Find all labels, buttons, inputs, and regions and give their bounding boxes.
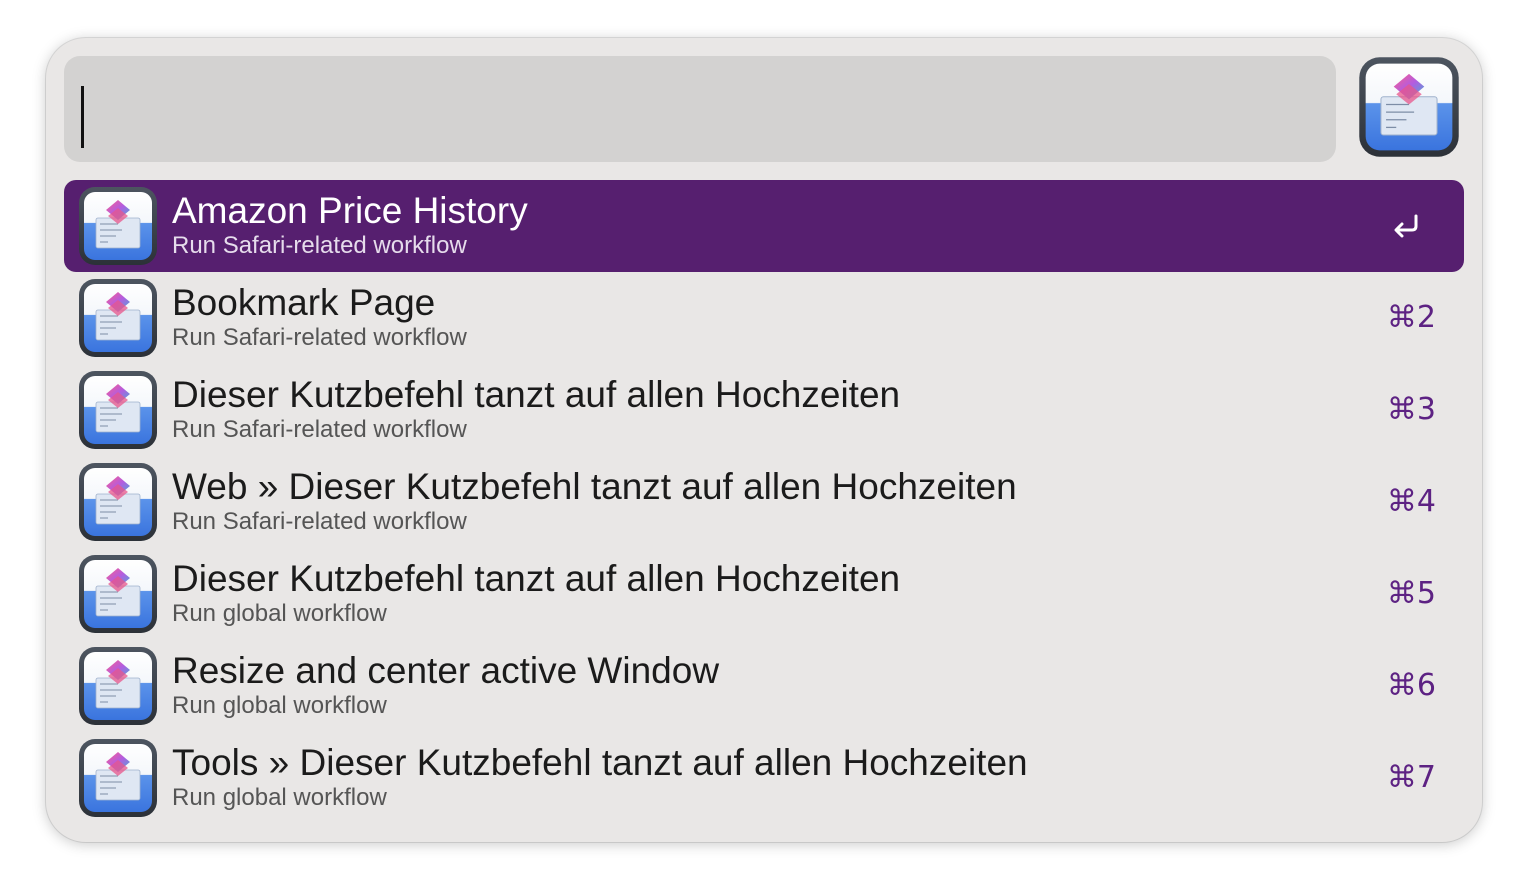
result-row[interactable]: Web » Dieser Kutzbefehl tanzt auf allen …	[64, 456, 1464, 548]
shortcuts-workflow-icon	[78, 186, 158, 266]
result-subtitle: Run global workflow	[172, 600, 387, 627]
result-subtitle: Run Safari-related workflow	[172, 232, 467, 259]
shortcuts-workflow-icon	[78, 646, 158, 726]
result-title: Tools » Dieser Kutzbefehl tanzt auf alle…	[172, 742, 1028, 783]
keyboard-shortcut: ⌘6	[1386, 668, 1436, 703]
shortcuts-workflow-icon	[78, 462, 158, 542]
result-row[interactable]: Tools » Dieser Kutzbefehl tanzt auf alle…	[64, 732, 1464, 824]
result-title: Dieser Kutzbefehl tanzt auf allen Hochze…	[172, 558, 901, 599]
shortcuts-workflow-icon	[78, 278, 158, 358]
keyboard-shortcut: ⌘3	[1386, 392, 1436, 427]
launcher-window: Amazon Price History Run Safari-related w…	[46, 38, 1482, 842]
text-caret	[81, 86, 84, 148]
shortcuts-workflow-icon	[1358, 56, 1460, 158]
result-subtitle: Run Safari-related workflow	[172, 324, 467, 351]
shortcuts-workflow-icon	[78, 370, 158, 450]
keyboard-shortcut: ⌘7	[1386, 760, 1436, 795]
result-subtitle: Run global workflow	[172, 784, 387, 811]
keyboard-shortcut: ⌘5	[1386, 576, 1436, 611]
keyboard-shortcut: ⌘4	[1386, 484, 1436, 519]
result-title: Amazon Price History	[172, 190, 528, 231]
result-row[interactable]: Amazon Price History Run Safari-related w…	[64, 180, 1464, 272]
result-title: Bookmark Page	[172, 282, 436, 323]
result-row[interactable]: Resize and center active Window Run globa…	[64, 640, 1464, 732]
result-subtitle: Run global workflow	[172, 692, 387, 719]
result-row[interactable]: Dieser Kutzbefehl tanzt auf allen Hochze…	[64, 548, 1464, 640]
shortcuts-workflow-icon	[78, 738, 158, 818]
shortcuts-workflow-icon	[78, 554, 158, 634]
results-list: Amazon Price History Run Safari-related w…	[64, 180, 1464, 824]
result-subtitle: Run Safari-related workflow	[172, 416, 467, 443]
result-title: Resize and center active Window	[172, 650, 720, 691]
result-title: Dieser Kutzbefehl tanzt auf allen Hochze…	[172, 374, 901, 415]
result-title: Web » Dieser Kutzbefehl tanzt auf allen …	[172, 466, 1017, 507]
return-key-icon	[1390, 212, 1422, 240]
result-row[interactable]: Dieser Kutzbefehl tanzt auf allen Hochze…	[64, 364, 1464, 456]
result-row[interactable]: Bookmark Page Run Safari-related workflow…	[64, 272, 1464, 364]
result-subtitle: Run Safari-related workflow	[172, 508, 467, 535]
keyboard-shortcut: ⌘2	[1386, 300, 1436, 335]
search-input[interactable]	[64, 56, 1336, 162]
